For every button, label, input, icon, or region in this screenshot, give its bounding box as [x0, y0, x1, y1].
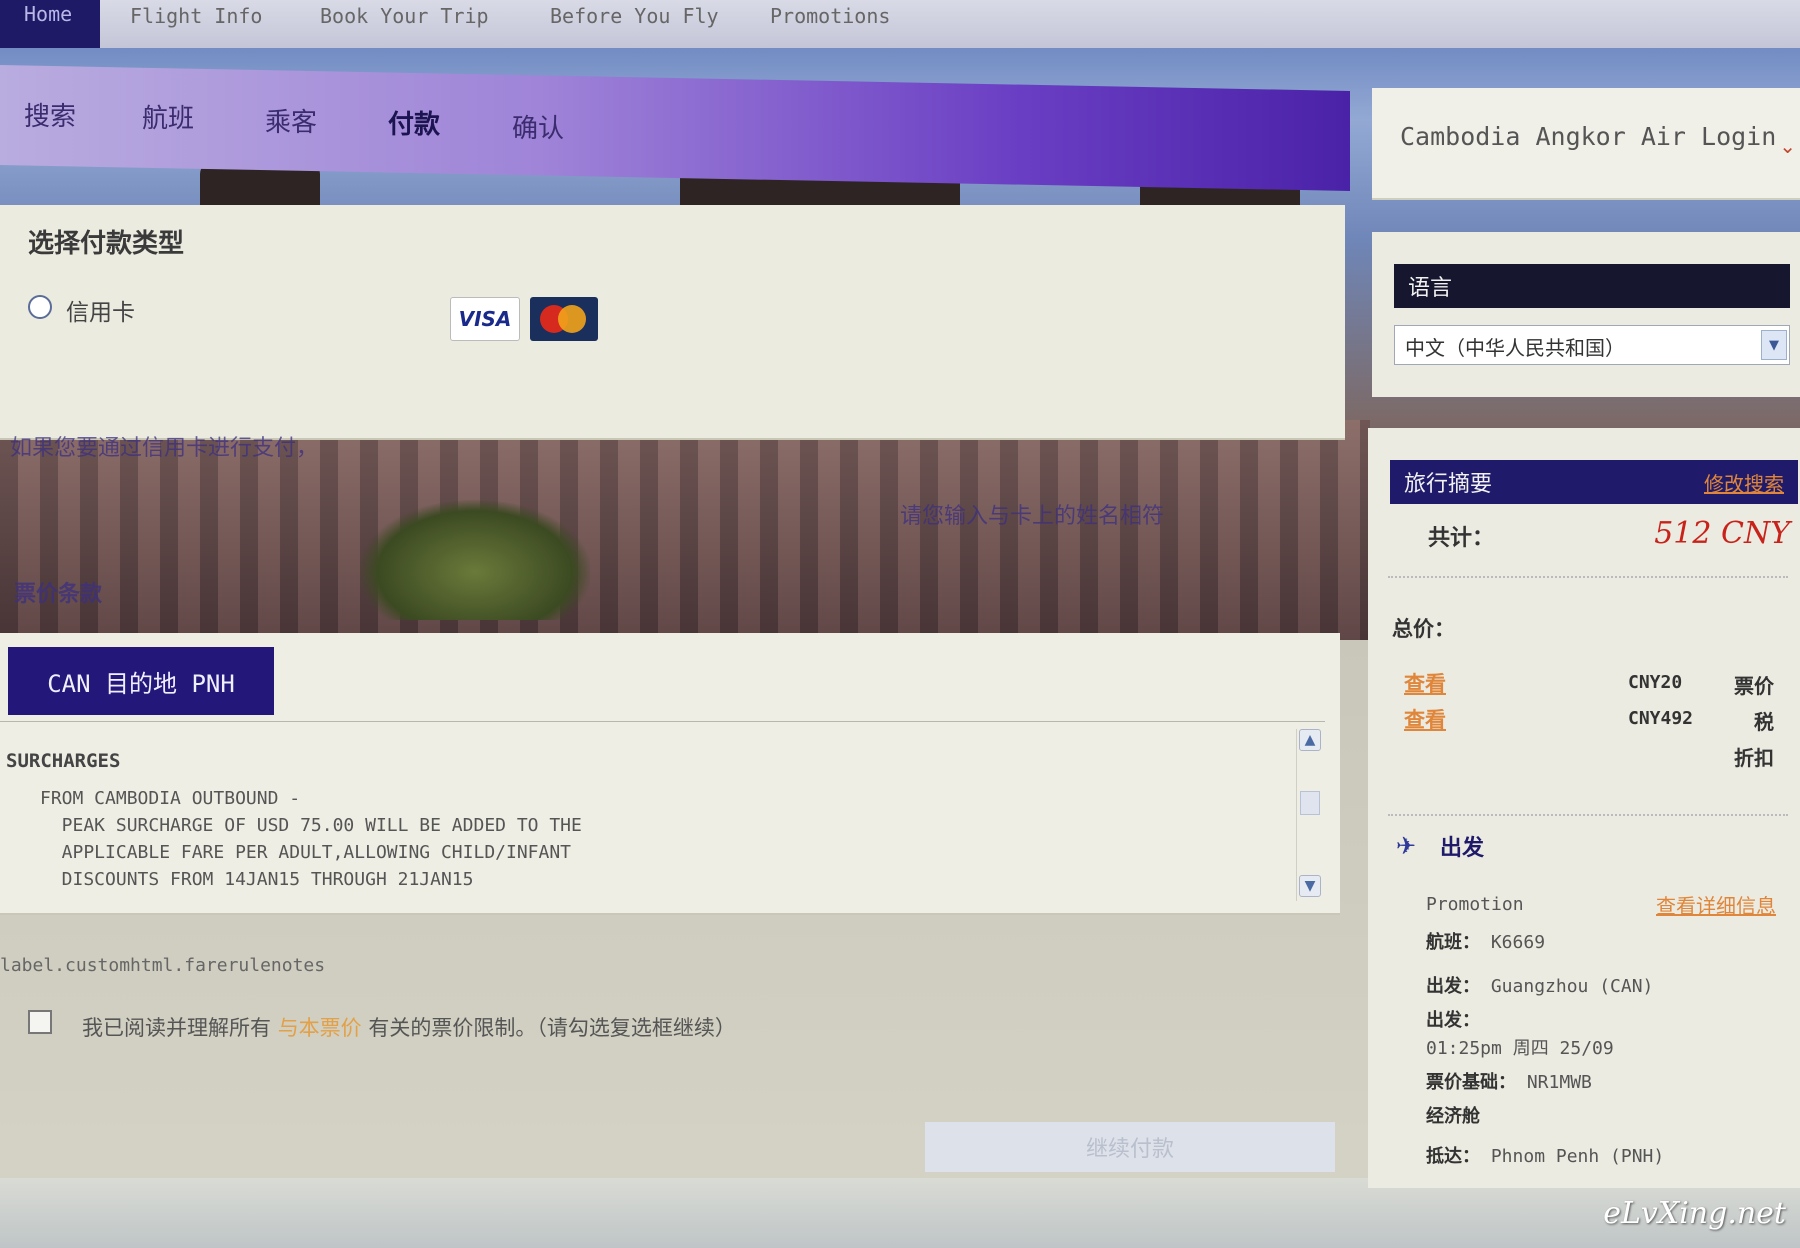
- rule-line: APPLICABLE FARE PER ADULT,ALLOWING CHILD…: [40, 842, 572, 863]
- nav-book-your-trip[interactable]: Book Your Trip: [320, 4, 489, 28]
- flight-label: 航班：: [1426, 932, 1480, 953]
- fare-basis-label: 票价基础：: [1426, 1072, 1516, 1093]
- modify-search-link[interactable]: 修改搜索: [1704, 468, 1784, 497]
- scroll-thumb[interactable]: [1300, 791, 1320, 815]
- from-row: 出发： Guangzhou (CAN): [1426, 972, 1653, 998]
- fare-rules-text[interactable]: SURCHARGES FROM CAMBODIA OUTBOUND - PEAK…: [0, 721, 1325, 901]
- watermark: eLvXing.net: [1603, 1196, 1786, 1231]
- view-fare-link[interactable]: 查看: [1404, 668, 1446, 698]
- fare-label: 票价: [1734, 674, 1774, 698]
- login-box[interactable]: Cambodia Angkor Air Login ⌄: [1372, 88, 1800, 200]
- depart-time-value: 01:25pm 周四 25/09: [1426, 1038, 1614, 1059]
- fare-basis-value: NR1MWB: [1526, 1072, 1592, 1093]
- agree-text-after: 有关的票价限制。（请勾选复选框继续）: [368, 1016, 736, 1040]
- tax-label: 税: [1754, 710, 1774, 734]
- flight-number-row: 航班： K6669: [1426, 928, 1545, 954]
- chevron-down-icon[interactable]: ⌄: [1779, 134, 1796, 158]
- step-flight[interactable]: 航班: [142, 98, 194, 135]
- nav-flight-info[interactable]: Flight Info: [130, 4, 262, 28]
- step-search[interactable]: 搜索: [24, 96, 76, 133]
- arrive-value: Phnom Penh (PNH): [1490, 1146, 1665, 1167]
- rule-line: DISCOUNTS FROM 14JAN15 THROUGH 21JAN15: [40, 869, 474, 890]
- step-passenger[interactable]: 乘客: [265, 102, 317, 139]
- route-tab[interactable]: CAN 目的地 PNH: [8, 647, 274, 715]
- language-header: 语言: [1394, 264, 1790, 308]
- cabin-class: 经济舱: [1426, 1102, 1480, 1128]
- fare-terms-heading: 票价条款: [14, 582, 103, 607]
- language-select[interactable]: 中文（中华人民共和国） ▼: [1394, 325, 1790, 365]
- price-label: 总价：: [1392, 617, 1455, 641]
- fare-amount: CNY20: [1628, 672, 1683, 693]
- background-text: 请您输入与卡上的姓名相符: [900, 504, 1165, 529]
- view-details-link[interactable]: 查看详细信息: [1656, 890, 1776, 919]
- credit-card-radio[interactable]: [28, 295, 52, 319]
- total-value: 512 CNY: [1654, 516, 1790, 551]
- visa-logo: VISA: [450, 297, 520, 341]
- cabin-value: 经济舱: [1426, 1106, 1480, 1127]
- divider: [1388, 814, 1788, 816]
- rule-line: FROM CAMBODIA OUTBOUND -: [40, 788, 301, 809]
- credit-card-label[interactable]: 信用卡: [66, 293, 135, 327]
- divider: [1388, 576, 1788, 578]
- nav-home[interactable]: Home: [0, 0, 100, 48]
- fare-rules-panel: CAN 目的地 PNH SURCHARGES FROM CAMBODIA OUT…: [0, 633, 1340, 915]
- step-payment: 付款: [388, 110, 441, 140]
- arrive-row: 抵达： Phnom Penh (PNH): [1426, 1142, 1664, 1168]
- depart-label: 出发: [1440, 836, 1485, 861]
- agree-text: 我已阅读并理解所有 与本票价 有关的票价限制。（请勾选复选框继续）: [82, 1012, 736, 1042]
- fare-rule-notes-label: label.customhtml.farerulenotes: [0, 955, 326, 976]
- scroll-up-icon[interactable]: ▲: [1299, 729, 1321, 751]
- chevron-down-icon[interactable]: ▼: [1761, 330, 1787, 360]
- nav-promotions[interactable]: Promotions: [770, 4, 890, 28]
- airplane-icon: ✈: [1396, 832, 1417, 860]
- agree-checkbox[interactable]: [28, 1010, 52, 1034]
- fare-type: Promotion: [1426, 894, 1524, 915]
- payment-type-panel: 选择付款类型 信用卡 VISA: [0, 205, 1345, 440]
- agree-text-before: 我已阅读并理解所有: [82, 1016, 271, 1040]
- discount-label: 折扣: [1734, 746, 1774, 770]
- language-selected-value: 中文（中华人民共和国）: [1405, 336, 1625, 360]
- fare-rules-scrollbar[interactable]: ▲ ▼: [1296, 729, 1322, 901]
- top-nav: Home Flight Info Book Your Trip Before Y…: [0, 0, 1800, 48]
- continue-payment-button[interactable]: 继续付款: [925, 1122, 1335, 1172]
- view-tax-link[interactable]: 查看: [1404, 704, 1446, 734]
- payment-type-title: 选择付款类型: [28, 229, 185, 259]
- flight-number: K6669: [1490, 932, 1546, 953]
- mastercard-logo: [530, 297, 598, 341]
- total-label: 共计：: [1428, 526, 1495, 551]
- fare-basis-row: 票价基础： NR1MWB: [1426, 1068, 1592, 1094]
- fare-rules-link[interactable]: 与本票价: [278, 1016, 362, 1040]
- surcharges-heading: SURCHARGES: [6, 750, 121, 772]
- trip-summary: 旅行摘要 修改搜索 共计： 512 CNY 总价： 查看 CNY20 票价 查看…: [1368, 428, 1800, 1188]
- nav-before-you-fly[interactable]: Before You Fly: [550, 4, 719, 28]
- background-text: 如果您要通过信用卡进行支付，: [10, 436, 319, 461]
- language-box: 语言 中文（中华人民共和国） ▼: [1372, 232, 1800, 397]
- login-title[interactable]: Cambodia Angkor Air Login: [1400, 122, 1776, 151]
- rule-line: PEAK SURCHARGE OF USD 75.00 WILL BE ADDE…: [40, 815, 582, 836]
- scroll-down-icon[interactable]: ▼: [1299, 875, 1321, 897]
- tax-amount: CNY492: [1628, 708, 1694, 729]
- palm-tree-image: [360, 500, 590, 620]
- from-value: Guangzhou (CAN): [1490, 976, 1654, 997]
- time-label: 出发：: [1426, 1006, 1480, 1032]
- depart-time-label: 出发：: [1426, 1010, 1480, 1031]
- step-confirm: 确认: [512, 114, 565, 144]
- from-label: 出发：: [1426, 976, 1480, 997]
- bottom-strip: [0, 1178, 1800, 1248]
- arrive-label: 抵达：: [1426, 1146, 1480, 1167]
